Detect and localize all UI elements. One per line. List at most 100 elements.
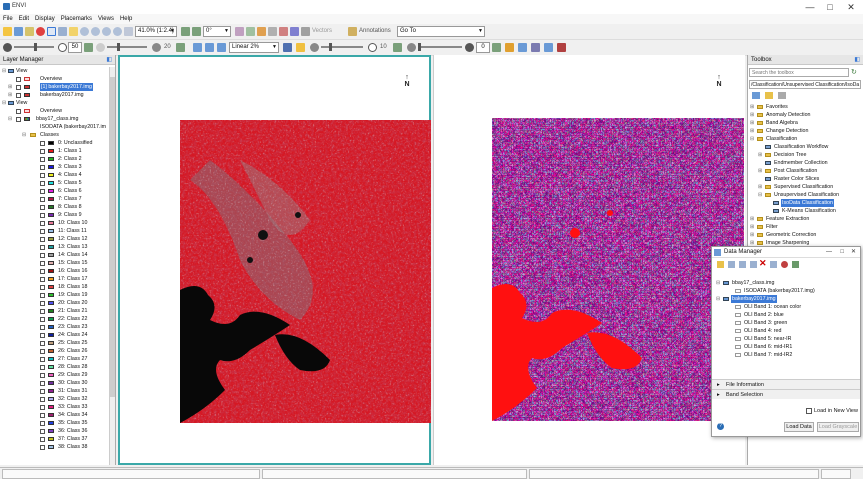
refresh-icon[interactable] — [84, 43, 93, 52]
dm-link-icon[interactable] — [781, 261, 788, 268]
annotations-menu[interactable]: Annotations — [359, 27, 391, 36]
file-information-section[interactable]: ▸ File Information — [712, 379, 860, 389]
class-item[interactable]: 19: Class 19 — [0, 291, 114, 299]
toolbox-item[interactable]: ⊟ Unsupervised Classification — [748, 191, 862, 199]
goto-combo[interactable]: Go To ▼ — [397, 26, 485, 37]
band-selection-section[interactable]: ▸ Band Selection — [712, 389, 860, 399]
menu-help[interactable]: Help — [117, 14, 135, 24]
class-item[interactable]: 9: Class 9 — [0, 211, 114, 219]
panel-pin-icon[interactable]: ◧ — [854, 55, 860, 65]
data-file-item[interactable]: OLI Band 2: blue — [712, 311, 860, 319]
toolbox-item[interactable]: ⊞ Filter — [748, 223, 862, 231]
select-icon[interactable] — [47, 27, 56, 36]
vector-tool-icon[interactable] — [301, 27, 310, 36]
class-item[interactable]: 28: Class 28 — [0, 363, 114, 371]
class-item[interactable]: 10: Class 10 — [0, 219, 114, 227]
data-file-item[interactable]: OLI Band 1: ocean color — [712, 303, 860, 311]
class-checkbox[interactable] — [40, 340, 45, 346]
class-checkbox[interactable] — [40, 244, 45, 250]
class-item[interactable]: 22: Class 22 — [0, 315, 114, 323]
sharpen-value[interactable]: 10 — [380, 43, 387, 52]
hand-icon[interactable] — [69, 27, 78, 36]
stretch-icon[interactable] — [205, 43, 214, 52]
class-item[interactable]: 8: Class 8 — [0, 203, 114, 211]
class-checkbox[interactable] — [40, 284, 45, 290]
class-checkbox[interactable] — [40, 180, 45, 186]
class-checkbox[interactable] — [40, 388, 45, 394]
swipe-icon[interactable] — [544, 43, 553, 52]
isodata-node[interactable]: ISODATA (bakerbay2017.im — [0, 123, 114, 131]
dm-maximize-button[interactable]: □ — [840, 247, 844, 258]
class-item[interactable]: 14: Class 14 — [0, 251, 114, 259]
class-item[interactable]: 27: Class 27 — [0, 355, 114, 363]
panel-pin-icon[interactable]: ◧ — [106, 55, 112, 65]
class-checkbox[interactable] — [40, 148, 45, 154]
class-checkbox[interactable] — [40, 196, 45, 202]
vectors-menu[interactable]: Vectors — [312, 27, 332, 36]
histogram-icon[interactable] — [193, 43, 202, 52]
toolbox-item[interactable]: ⊞ Feature Extraction — [748, 215, 862, 223]
class-item[interactable]: 30: Class 30 — [0, 379, 114, 387]
expand-icon[interactable]: ⊞ — [750, 215, 754, 223]
expand-icon[interactable]: ⊞ — [750, 103, 754, 111]
maximize-button[interactable]: □ — [824, 1, 836, 13]
toolbox-item[interactable]: ⊞ Decision Tree — [748, 151, 862, 159]
class-checkbox[interactable] — [40, 396, 45, 402]
class-checkbox[interactable] — [40, 140, 45, 146]
class-item[interactable]: 17: Class 17 — [0, 275, 114, 283]
view2-node[interactable]: ⊟ View — [0, 99, 114, 107]
class-checkbox[interactable] — [40, 212, 45, 218]
class-item[interactable]: 32: Class 32 — [0, 395, 114, 403]
class-item[interactable]: 34: Class 34 — [0, 411, 114, 419]
toolbox-item[interactable]: K-Means Classification — [748, 207, 862, 215]
menu-file[interactable]: File — [0, 14, 16, 24]
class-checkbox[interactable] — [40, 164, 45, 170]
full-extent-icon[interactable] — [124, 27, 133, 36]
class-item[interactable]: 12: Class 12 — [0, 235, 114, 243]
class-checkbox[interactable] — [40, 252, 45, 258]
expand-icon[interactable]: ⊞ — [750, 127, 754, 135]
class-item[interactable]: 25: Class 25 — [0, 339, 114, 347]
expand-icon[interactable]: ⊟ — [750, 135, 754, 143]
menu-edit[interactable]: Edit — [16, 14, 32, 24]
class-checkbox[interactable] — [40, 356, 45, 362]
class-checkbox[interactable] — [40, 172, 45, 178]
view2-overview[interactable]: Overview — [0, 107, 114, 115]
class-item[interactable]: 11: Class 11 — [0, 227, 114, 235]
fit-zoom-icon[interactable] — [113, 27, 122, 36]
class-item[interactable]: 5: Class 5 — [0, 179, 114, 187]
expand-icon[interactable]: ⊞ — [750, 111, 754, 119]
dm-pin-icon[interactable] — [770, 261, 777, 268]
close-button[interactable]: ✕ — [845, 1, 857, 13]
toolbox-item[interactable]: ⊞ Change Detection — [748, 127, 862, 135]
class-item[interactable]: 26: Class 26 — [0, 347, 114, 355]
toolbox-item[interactable]: ⊞ Favorites — [748, 103, 862, 111]
class-item[interactable]: 20: Class 20 — [0, 299, 114, 307]
zoom-out-icon[interactable] — [102, 27, 111, 36]
zoom-icon[interactable] — [80, 27, 89, 36]
data-file-item[interactable]: OLI Band 3: green — [712, 319, 860, 327]
expand-icon[interactable]: ⊞ — [750, 119, 754, 127]
view1-node[interactable]: ⊟ View — [0, 67, 114, 75]
class-checkbox[interactable] — [40, 324, 45, 330]
dm-close-file-icon[interactable]: ✕ — [759, 258, 767, 269]
dm-layer-icon[interactable] — [750, 261, 757, 268]
menu-views[interactable]: Views — [95, 14, 117, 24]
class-checkbox[interactable] — [40, 204, 45, 210]
help-icon[interactable]: ? — [717, 423, 724, 430]
expand-icon[interactable]: ⊞ — [758, 151, 762, 159]
toolbox-item[interactable]: ⊟ Classification — [748, 135, 862, 143]
dm-export-icon[interactable] — [792, 261, 799, 268]
toolbox-extension-icon[interactable] — [778, 92, 786, 99]
classes-node[interactable]: ⊟ Classes — [0, 131, 114, 139]
class-checkbox[interactable] — [40, 260, 45, 266]
toolbox-refresh-icon[interactable]: ↻ — [851, 68, 859, 77]
class-checkbox[interactable] — [40, 428, 45, 434]
class-item[interactable]: 3: Class 3 — [0, 163, 114, 171]
toolbox-item[interactable]: Classification Workflow — [748, 143, 862, 151]
class-item[interactable]: 33: Class 33 — [0, 403, 114, 411]
menu-placemarks[interactable]: Placemarks — [58, 14, 95, 24]
class-item[interactable]: 1: Class 1 — [0, 147, 114, 155]
class-item[interactable]: 13: Class 13 — [0, 243, 114, 251]
view2-layer[interactable]: ⊟ bbay17_class.img — [0, 115, 114, 123]
